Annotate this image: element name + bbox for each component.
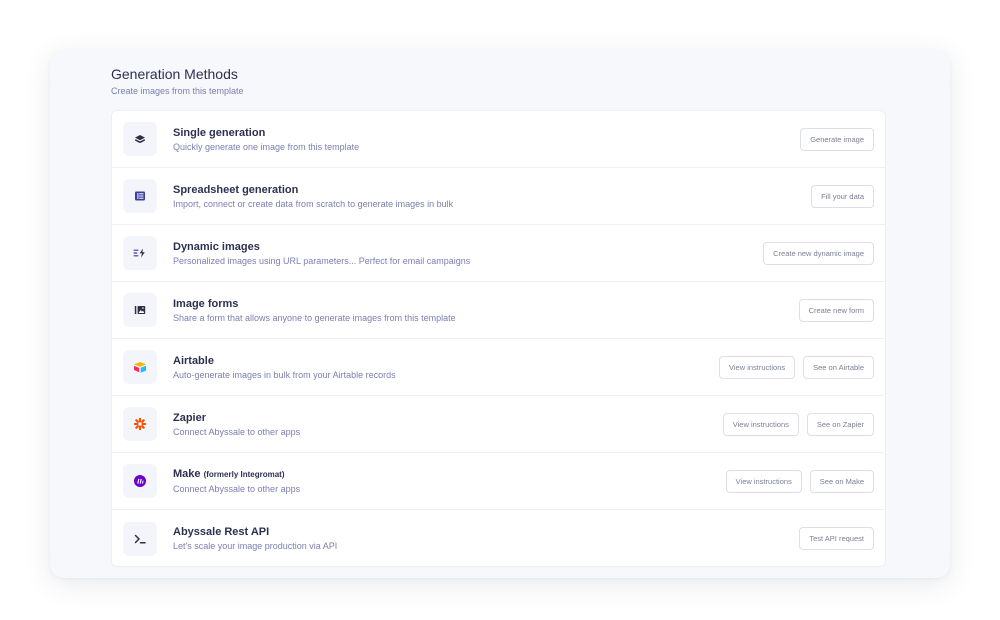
method-title: Spreadsheet generation (173, 183, 299, 196)
method-row-rest-api: Abyssale Rest API Let's scale your image… (112, 510, 885, 566)
method-title: Abyssale Rest API (173, 526, 270, 538)
section-header: Generation Methods Create images from th… (111, 65, 244, 97)
method-description: Share a form that allows anyone to gener… (173, 312, 456, 323)
make-logo-icon (123, 464, 157, 498)
method-title: Airtable (173, 354, 214, 367)
create-dynamic-image-button[interactable]: Create new dynamic image (763, 241, 874, 265)
section-title: Generation Methods (111, 66, 238, 82)
method-title: Image forms (173, 297, 239, 310)
method-description: Import, connect or create data from scra… (173, 198, 454, 209)
zapier-logo-icon (123, 407, 157, 441)
fill-your-data-button[interactable]: Fill your data (811, 184, 874, 208)
method-row-airtable: Airtable Auto-generate images in bulk fr… (112, 339, 885, 396)
method-description: Quickly generate one image from this tem… (173, 141, 360, 152)
spreadsheet-icon (123, 179, 157, 213)
image-form-icon (123, 293, 157, 327)
generate-image-button[interactable]: Generate image (800, 127, 874, 151)
method-description: Auto-generate images in bulk from your A… (173, 369, 396, 380)
method-row-dynamic-images: Dynamic images Personalized images using… (112, 225, 885, 282)
method-description: Connect Abyssale to other apps (173, 426, 301, 437)
method-row-image-forms: Image forms Share a form that allows any… (112, 282, 885, 339)
method-title: Zapier (173, 411, 207, 424)
airtable-view-instructions-button[interactable]: View instructions (718, 355, 796, 379)
method-title: Dynamic images (173, 240, 260, 253)
see-on-zapier-button[interactable]: See on Zapier (806, 412, 874, 436)
terminal-icon (123, 521, 157, 556)
see-on-airtable-button[interactable]: See on Airtable (803, 355, 874, 379)
layers-icon (123, 122, 157, 156)
method-description: Let's scale your image production via AP… (173, 541, 338, 551)
see-on-make-button[interactable]: See on Make (809, 469, 874, 493)
make-view-instructions-button[interactable]: View instructions (725, 469, 802, 493)
create-new-form-button[interactable]: Create new form (798, 298, 874, 322)
test-api-request-button[interactable]: Test API request (799, 527, 874, 550)
method-row-spreadsheet-generation: Spreadsheet generation Import, connect o… (112, 168, 885, 225)
method-row-single-generation: Single generation Quickly generate one i… (112, 111, 885, 168)
dynamic-bolt-icon (123, 236, 157, 270)
method-description: Connect Abyssale to other apps (173, 484, 301, 494)
section-subtitle: Create images from this template (111, 86, 244, 96)
method-title-suffix: (formerly Integromat) (203, 470, 285, 479)
zapier-view-instructions-button[interactable]: View instructions (722, 412, 799, 436)
airtable-logo-icon (123, 350, 157, 384)
method-title: Single generation (173, 126, 266, 139)
method-row-zapier: Zapier Connect Abyssale to other apps Vi… (112, 396, 885, 453)
method-title: Make (formerly Integromat) (173, 468, 285, 480)
method-description: Personalized images using URL parameters… (173, 255, 471, 266)
methods-list: Single generation Quickly generate one i… (111, 110, 886, 567)
generation-methods-panel: Generation Methods Create images from th… (50, 50, 950, 578)
method-row-make: Make (formerly Integromat) Connect Abyss… (112, 453, 885, 510)
